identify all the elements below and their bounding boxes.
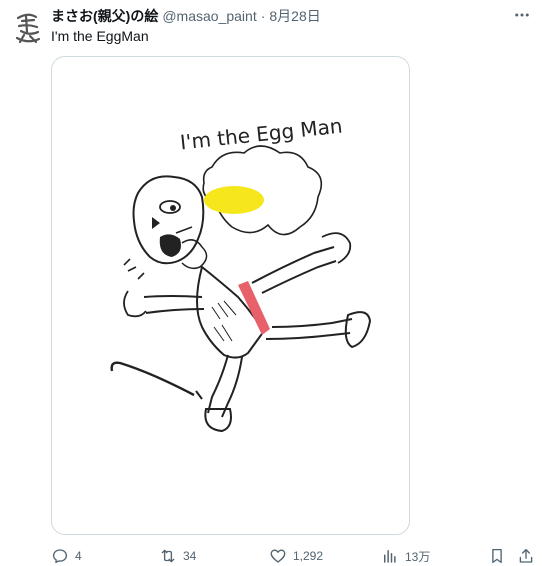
mouth-shape: [159, 234, 181, 257]
user-handle[interactable]: @masao_paint: [162, 8, 256, 24]
post-header: まさお(親父)の絵 @masao_paint · 8月28日: [51, 6, 511, 26]
pupil-shape: [170, 205, 176, 211]
repost-count: 34: [183, 549, 197, 563]
debris-lines: [123, 258, 145, 280]
views-button[interactable]: 13万: [381, 546, 430, 566]
share-button[interactable]: [517, 546, 535, 566]
bookmark-button[interactable]: [488, 546, 506, 566]
cane-shape: [110, 361, 195, 397]
egg-yolk-shape: [204, 186, 264, 214]
artwork-caption: I'm the Egg Man: [179, 114, 344, 155]
right-shoe-shape: [344, 311, 372, 349]
heart-icon: [270, 549, 286, 563]
bookmark-icon: [492, 548, 502, 564]
left-hand-shape: [123, 290, 147, 318]
view-count: 13万: [405, 549, 431, 564]
reply-count: 4: [75, 549, 82, 563]
right-hand-shape: [321, 232, 352, 264]
display-name[interactable]: まさお(親父)の絵: [51, 6, 158, 26]
repost-button[interactable]: 34: [159, 546, 196, 566]
reply-icon: [52, 549, 68, 564]
eye-shape: [159, 200, 181, 214]
share-icon: [519, 548, 533, 563]
eye-left-shape: [152, 217, 160, 229]
reply-button[interactable]: 4: [51, 546, 82, 566]
avatar[interactable]: [8, 8, 48, 48]
mustache-line: [175, 226, 193, 234]
post-date[interactable]: 8月28日: [269, 6, 320, 26]
bar-chart-icon: [384, 550, 396, 563]
separator-dot: ·: [260, 8, 266, 24]
more-options-button[interactable]: [510, 4, 534, 26]
post-actions: 4 34 1,292 13万: [51, 546, 538, 566]
repost-icon: [161, 549, 175, 563]
more-horizontal-icon: [515, 13, 529, 17]
post-text: I'm the EggMan: [51, 28, 149, 44]
post-media[interactable]: I'm the Egg Man: [51, 56, 410, 535]
tie-shape: [238, 281, 270, 335]
artwork-image: I'm the Egg Man: [110, 114, 372, 433]
like-button[interactable]: 1,292: [269, 546, 323, 566]
like-count: 1,292: [293, 549, 324, 563]
avatar-calligraphy-icon: [15, 13, 41, 44]
